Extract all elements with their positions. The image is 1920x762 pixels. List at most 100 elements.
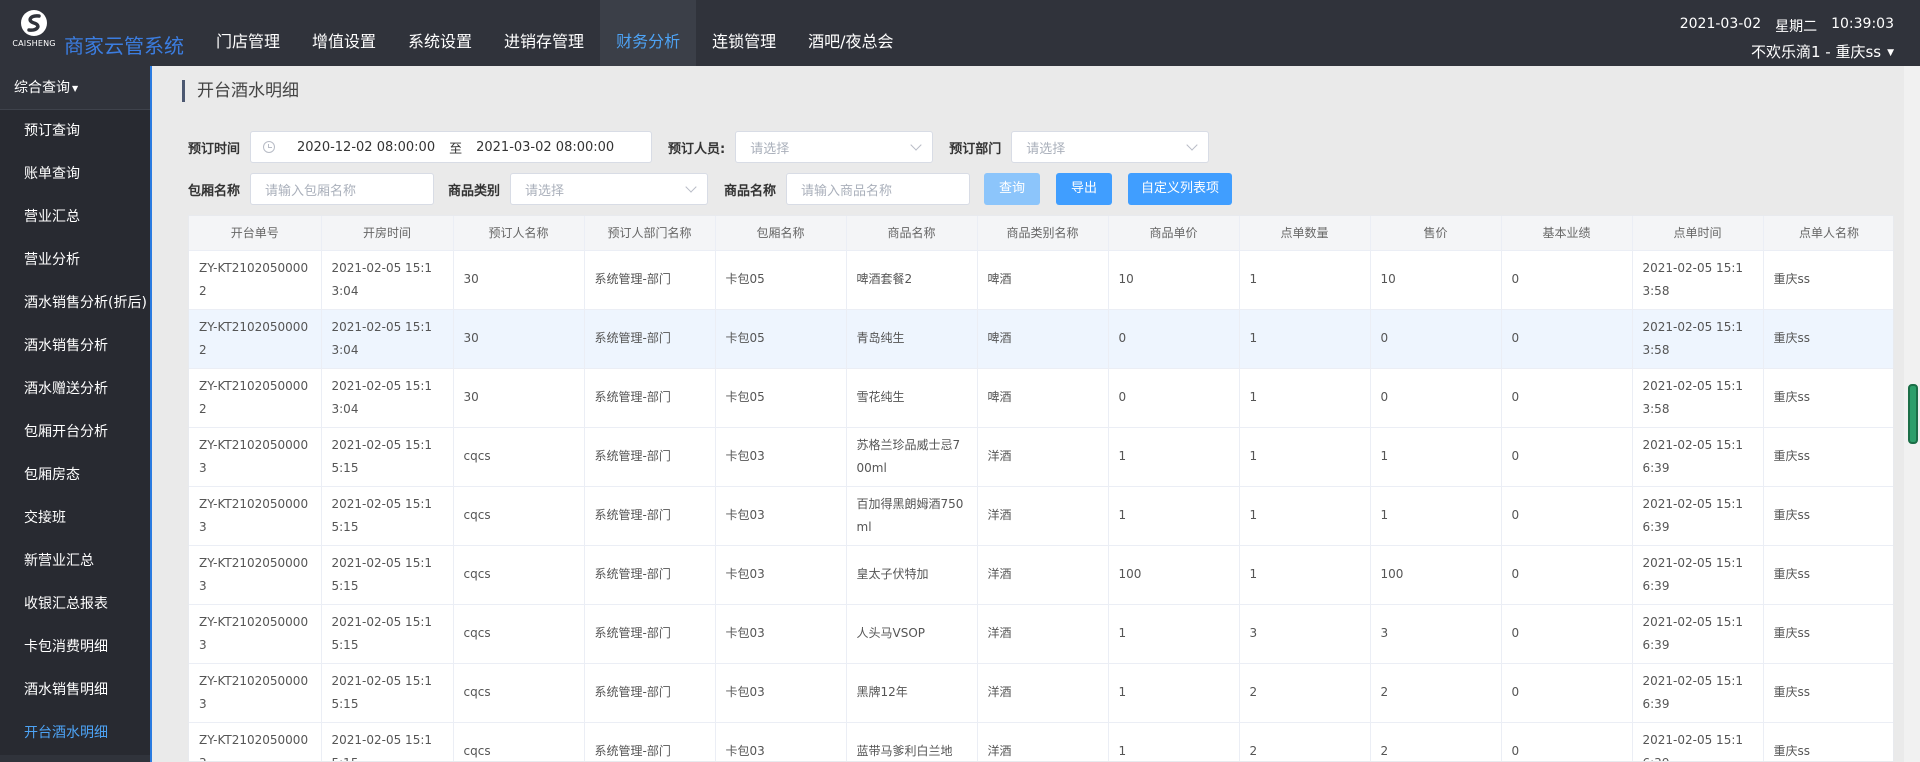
sidebar-item[interactable]: 卡包消费明细 <box>0 626 150 669</box>
sidebar-item[interactable]: 新营业汇总 <box>0 540 150 583</box>
column-header[interactable]: 商品名称 <box>846 216 978 251</box>
table-cell: 系统管理-部门 <box>584 722 716 761</box>
table-cell: 0 <box>1501 663 1633 723</box>
table-cell: 2021-02-05 15:13:58 <box>1632 309 1764 369</box>
custom-columns-button[interactable]: 自定义列表项 <box>1128 173 1233 205</box>
top-nav-item[interactable]: 增值设置 <box>296 0 392 66</box>
top-nav-item[interactable]: 进销存管理 <box>488 0 600 66</box>
sidebar-item[interactable]: 酒水赠送分析 <box>0 368 150 411</box>
sidebar-item[interactable]: 账单查询 <box>0 153 150 196</box>
table-cell: 2021-02-05 15:15:15 <box>321 663 454 723</box>
logo[interactable]: CAISHENG <box>12 9 56 57</box>
table-row[interactable]: ZY-KT210205000032021-02-05 15:15:15cqcs系… <box>189 427 1893 487</box>
table-row[interactable]: ZY-KT210205000032021-02-05 15:15:15cqcs系… <box>189 604 1893 664</box>
table-cell: 卡包03 <box>715 604 847 664</box>
table-cell: 2021-02-05 15:15:15 <box>321 486 454 546</box>
table-cell: 10 <box>1108 250 1240 310</box>
sidebar-item[interactable]: 包厢开台分析 <box>0 411 150 454</box>
sidebar-item[interactable]: 包厢房态 <box>0 454 150 497</box>
column-header[interactable]: 开房时间 <box>321 216 454 251</box>
product-input[interactable]: 请输入商品名称 <box>786 173 971 205</box>
table-cell: 皇太子伏特加 <box>846 545 978 605</box>
table-cell: 洋酒 <box>977 545 1109 605</box>
category-select[interactable]: 请选择 <box>510 173 709 205</box>
top-nav-item[interactable]: 系统设置 <box>392 0 488 66</box>
table-cell: 重庆ss <box>1763 309 1893 369</box>
column-header[interactable]: 点单时间 <box>1632 216 1764 251</box>
export-button[interactable]: 导出 <box>1056 173 1113 205</box>
table-cell: 0 <box>1108 309 1240 369</box>
table-cell: 人头马VSOP <box>846 604 978 664</box>
table-cell: 2021-02-05 15:16:39 <box>1632 722 1764 761</box>
room-input[interactable]: 请输入包厢名称 <box>250 173 435 205</box>
table-cell: cqcs <box>453 427 585 487</box>
sidebar-item[interactable]: 开台酒水明细 <box>0 712 150 755</box>
table-row[interactable]: ZY-KT21020500002 2021-02-05 15:13:04 30 系统管… <box>189 368 1893 428</box>
top-nav-item[interactable]: 酒吧/夜总会 <box>792 0 909 66</box>
table-cell: cqcs <box>453 722 585 761</box>
table-cell: ZY-KT21020500003 <box>189 545 322 605</box>
top-right-info: 2021-03-02 星期二 10:39:03 不欢乐滴1 - 重庆ss ▼ <box>1680 16 1894 62</box>
column-header[interactable]: 商品单价 <box>1108 216 1240 251</box>
sidebar-item[interactable]: 预订查询 <box>0 110 150 153</box>
column-header[interactable]: 商品类别名称 <box>977 216 1109 251</box>
table-cell: 1 <box>1239 427 1371 487</box>
sidebar-item[interactable]: 交接班 <box>0 497 150 540</box>
table-row[interactable]: ZY-KT210205000032021-02-05 15:15:15cqcs系… <box>189 663 1893 723</box>
column-header[interactable]: 开台单号 <box>189 216 322 251</box>
user-menu[interactable]: 不欢乐滴1 - 重庆ss ▼ <box>1680 41 1894 62</box>
table-cell: 2021-02-05 15:13:58 <box>1632 368 1764 428</box>
table-cell: 2021-02-05 15:13:04 <box>321 368 454 428</box>
top-nav-item[interactable]: 门店管理 <box>200 0 296 66</box>
date-end[interactable]: 2021-03-02 08:00:00 <box>476 140 614 155</box>
scrollbar-thumb[interactable] <box>1908 384 1918 444</box>
table-cell: 30 <box>453 368 585 428</box>
table-cell: cqcs <box>453 545 585 605</box>
clock-icon <box>263 141 276 153</box>
sidebar-item[interactable]: 收银汇总报表 <box>0 583 150 626</box>
dept-placeholder: 请选择 <box>1026 141 1066 157</box>
table-cell: 1 <box>1108 427 1240 487</box>
sidebar-group-toggle[interactable]: 综合查询 ▼ <box>0 66 150 110</box>
table-cell: 系统管理-部门 <box>584 427 716 487</box>
category-placeholder: 请选择 <box>525 183 565 199</box>
booker-select[interactable]: 请选择 <box>735 131 934 163</box>
table-row[interactable]: ZY-KT210205000032021-02-05 15:15:15cqcs系… <box>189 722 1893 761</box>
query-button[interactable]: 查询 <box>984 173 1041 205</box>
column-header[interactable]: 点单人名称 <box>1763 216 1893 251</box>
column-header[interactable]: 基本业绩 <box>1501 216 1633 251</box>
column-header[interactable]: 预订人名称 <box>453 216 585 251</box>
table-cell: ZY-KT21020500003 <box>189 427 322 487</box>
room-label: 包厢名称 <box>188 183 241 199</box>
column-header[interactable]: 点单数量 <box>1239 216 1371 251</box>
sidebar-item[interactable]: 营业汇总 <box>0 196 150 239</box>
chevron-down-icon <box>910 139 922 151</box>
column-header[interactable]: 售价 <box>1370 216 1502 251</box>
date-range-picker[interactable]: 2020-12-02 08:00:00 至 2021-03-02 08:00:0… <box>250 131 653 163</box>
dept-select[interactable]: 请选择 <box>1011 131 1210 163</box>
table-row[interactable]: ZY-KT210205000032021-02-05 15:15:15cqcs系… <box>189 486 1893 546</box>
table-cell: ZY-KT21020500002 <box>189 250 322 310</box>
date-start[interactable]: 2020-12-02 08:00:00 <box>297 140 435 155</box>
table-row[interactable]: ZY-KT21020500002 2021-02-05 15:13:04 30 系统管… <box>189 309 1893 369</box>
table-cell: 0 <box>1501 250 1633 310</box>
table-cell: 洋酒 <box>977 722 1109 761</box>
sidebar-item[interactable]: 酒水销售分析 <box>0 325 150 368</box>
table-cell: 重庆ss <box>1763 545 1893 605</box>
sidebar-item[interactable]: 酒水销售分析(折后) <box>0 282 150 325</box>
top-nav-item[interactable]: 连锁管理 <box>696 0 792 66</box>
column-header[interactable]: 包厢名称 <box>715 216 847 251</box>
sidebar-item[interactable]: 酒水销售明细 <box>0 669 150 712</box>
sidebar-item[interactable]: 营业分析 <box>0 239 150 282</box>
column-header[interactable]: 预订人部门名称 <box>584 216 716 251</box>
table-cell: 3 <box>1370 604 1502 664</box>
table-cell: ZY-KT21020500003 <box>189 722 322 761</box>
table-cell: 系统管理-部门 <box>584 368 716 428</box>
table-cell: 啤酒 <box>977 250 1109 310</box>
table-row[interactable]: ZY-KT210205000032021-02-05 15:15:15cqcs系… <box>189 545 1893 605</box>
table-row[interactable]: ZY-KT21020500002 2021-02-05 15:13:04 30 系统管… <box>189 250 1893 310</box>
table-cell: 2021-02-05 15:13:04 <box>321 309 454 369</box>
top-nav-item[interactable]: 财务分析 <box>600 0 697 66</box>
table-cell: 系统管理-部门 <box>584 604 716 664</box>
page-scrollbar[interactable] <box>1904 66 1920 762</box>
